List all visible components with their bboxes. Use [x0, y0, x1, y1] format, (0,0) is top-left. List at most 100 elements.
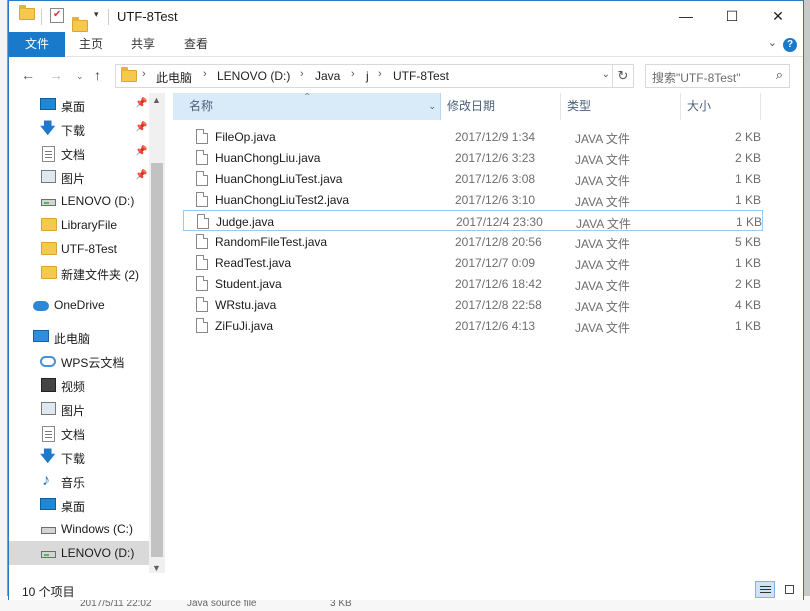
recent-locations-icon[interactable]: ⌄ — [76, 71, 84, 82]
nav-item-lenovo-drive-pc[interactable]: LENOVO (D:) — [9, 541, 149, 565]
breadcrumb-this-pc[interactable]: 此电脑 — [156, 69, 192, 86]
pin-icon: 📌 — [135, 122, 148, 133]
chevron-down-icon[interactable]: ⌄ — [768, 36, 777, 49]
large-icons-view-button[interactable] — [779, 581, 799, 598]
up-arrow-icon[interactable]: ↑ — [94, 67, 101, 83]
nav-item-label: OneDrive — [54, 298, 105, 312]
table-row[interactable]: Judge.java 2017/12/4 23:30 JAVA 文件 1 KB — [183, 210, 763, 231]
nav-scrollbar[interactable]: ▲ ▼ — [149, 93, 165, 573]
tab-home[interactable]: 主页 — [67, 32, 115, 57]
table-row[interactable]: ZiFuJi.java 2017/12/6 4:13 JAVA 文件 1 KB — [183, 315, 763, 336]
chevron-right-icon[interactable]: › — [142, 68, 146, 80]
chevron-right-icon[interactable]: › — [378, 68, 382, 80]
chevron-right-icon[interactable]: › — [351, 68, 355, 80]
chevron-right-icon[interactable]: › — [203, 68, 207, 80]
column-date[interactable]: 修改日期 — [443, 93, 561, 120]
table-row[interactable]: ReadTest.java 2017/12/7 0:09 JAVA 文件 1 K… — [183, 252, 763, 273]
nav-item-desktop[interactable]: 桌面 📌 — [9, 93, 149, 117]
large-icons-view-icon — [785, 585, 794, 594]
search-box[interactable]: 搜索"UTF-8Test" ⌕ — [645, 64, 790, 88]
breadcrumb-j[interactable]: j — [366, 69, 369, 83]
file-date: 2017/12/9 1:34 — [455, 130, 536, 144]
nav-item-pc-downloads[interactable]: 🡇 下载 — [9, 445, 149, 469]
table-row[interactable]: WRstu.java 2017/12/8 22:58 JAVA 文件 4 KB — [183, 294, 763, 315]
properties-icon[interactable]: ✔ — [50, 8, 64, 23]
nav-item-pictures[interactable]: 图片 📌 — [9, 165, 149, 189]
column-name[interactable]: ⌃ 名称 ⌄ — [173, 92, 441, 120]
wps-cloud-icon — [40, 356, 56, 367]
column-header: ⌃ 名称 ⌄ 修改日期 类型 大小 — [165, 92, 803, 120]
nav-item-downloads[interactable]: 🡇 下载 📌 — [9, 117, 149, 141]
chevron-right-icon[interactable]: › — [300, 68, 304, 80]
forward-arrow-icon[interactable]: → — [49, 67, 63, 83]
scroll-up-icon[interactable]: ▲ — [152, 95, 161, 105]
chevron-down-icon[interactable]: ⌄ — [428, 93, 436, 120]
new-folder-icon[interactable] — [72, 17, 88, 32]
file-list: ⌃ 名称 ⌄ 修改日期 类型 大小 FileOp.java 2017/12/9 … — [165, 92, 803, 573]
nav-item-music[interactable]: ♪ 音乐 — [9, 469, 149, 493]
file-name: HuanChongLiuTest.java — [215, 172, 343, 186]
search-input[interactable]: 搜索"UTF-8Test" — [652, 69, 741, 86]
table-row[interactable]: HuanChongLiuTest.java 2017/12/6 3:08 JAV… — [183, 168, 763, 189]
nav-item-libraryfile[interactable]: LibraryFile — [9, 213, 149, 237]
pin-icon: 📌 — [135, 146, 148, 157]
java-file-icon — [197, 214, 209, 229]
nav-item-label: UTF-8Test — [61, 242, 118, 256]
file-date: 2017/12/6 3:10 — [455, 193, 536, 207]
nav-item-label: 桌面 — [61, 500, 86, 514]
file-date: 2017/12/6 18:42 — [455, 277, 542, 291]
help-icon[interactable]: ? — [783, 38, 797, 52]
nav-item-wps-cloud[interactable]: WPS云文档 — [9, 349, 149, 373]
refresh-icon[interactable]: ↻ — [612, 65, 633, 87]
table-row[interactable]: FileOp.java 2017/12/9 1:34 JAVA 文件 2 KB — [183, 126, 763, 147]
tab-file[interactable]: 文件 — [9, 32, 65, 57]
computer-icon — [33, 330, 49, 342]
back-arrow-icon[interactable]: ← — [21, 67, 35, 83]
close-button[interactable]: ✕ — [755, 1, 801, 32]
nav-item-utf8test[interactable]: UTF-8Test — [9, 237, 149, 261]
column-type[interactable]: 类型 — [563, 93, 681, 120]
breadcrumb-java[interactable]: Java — [315, 69, 340, 83]
file-size: 5 KB — [734, 235, 761, 249]
nav-item-label: 图片 — [61, 404, 86, 418]
breadcrumb-drive[interactable]: LENOVO (D:) — [217, 69, 290, 83]
file-type: JAVA 文件 — [575, 195, 630, 209]
nav-item-lenovo-drive[interactable]: LENOVO (D:) — [9, 189, 149, 213]
breadcrumb-utf8test[interactable]: UTF-8Test — [393, 69, 449, 83]
file-size: 2 KB — [734, 130, 761, 144]
folder-icon — [19, 5, 35, 20]
address-bar[interactable]: › 此电脑 › LENOVO (D:) › Java › j › UTF-8Te… — [115, 64, 634, 88]
tab-view[interactable]: 查看 — [172, 32, 220, 57]
nav-item-documents[interactable]: 文档 📌 — [9, 141, 149, 165]
nav-item-pc-desktop[interactable]: 桌面 — [9, 493, 149, 517]
customize-quick-access-icon[interactable]: ▾ — [94, 9, 99, 20]
maximize-button[interactable]: ☐ — [709, 1, 755, 32]
file-type: JAVA 文件 — [575, 321, 630, 335]
table-row[interactable]: HuanChongLiuTest2.java 2017/12/6 3:10 JA… — [183, 189, 763, 210]
table-row[interactable]: Student.java 2017/12/6 18:42 JAVA 文件 2 K… — [183, 273, 763, 294]
details-view-button[interactable] — [755, 581, 775, 598]
address-dropdown-icon[interactable]: ⌄ — [602, 69, 610, 80]
nav-item-windows-drive[interactable]: Windows (C:) — [9, 517, 149, 541]
nav-item-onedrive[interactable]: OneDrive — [9, 293, 149, 317]
tab-share[interactable]: 共享 — [119, 32, 167, 57]
scroll-down-icon[interactable]: ▼ — [152, 563, 161, 573]
java-file-icon — [196, 192, 208, 207]
nav-item-this-pc[interactable]: 此电脑 — [9, 325, 149, 349]
java-file-icon — [196, 171, 208, 186]
nav-item-videos[interactable]: 视频 — [9, 373, 149, 397]
file-type: JAVA 文件 — [575, 258, 630, 272]
file-date: 2017/12/8 20:56 — [455, 235, 542, 249]
download-icon: 🡇 — [40, 120, 56, 137]
nav-item-pc-documents[interactable]: 文档 — [9, 421, 149, 445]
table-row[interactable]: RandomFileTest.java 2017/12/8 20:56 JAVA… — [183, 231, 763, 252]
nav-item-pc-pictures[interactable]: 图片 — [9, 397, 149, 421]
minimize-button[interactable]: — — [663, 1, 709, 32]
column-size[interactable]: 大小 — [683, 93, 761, 120]
search-icon: ⌕ — [775, 67, 783, 82]
details-view-icon — [760, 586, 771, 587]
nav-item-new-folder-2[interactable]: 新建文件夹 (2) — [9, 261, 149, 285]
table-row[interactable]: HuanChongLiu.java 2017/12/6 3:23 JAVA 文件… — [183, 147, 763, 168]
scrollbar-thumb[interactable] — [151, 163, 163, 557]
background-window-edge — [0, 0, 8, 611]
